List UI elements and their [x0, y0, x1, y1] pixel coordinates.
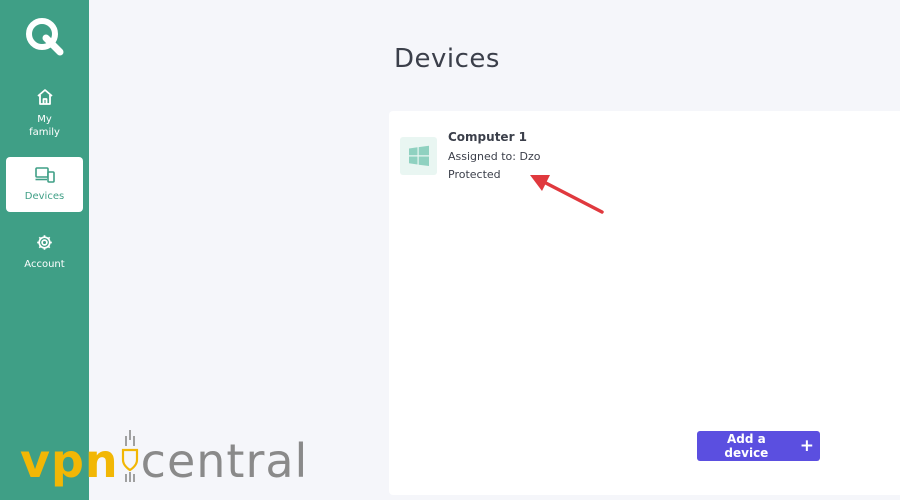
gear-icon: [36, 234, 53, 258]
red-arrow-icon: [530, 175, 604, 214]
home-icon: [36, 88, 54, 113]
watermark-vpn-text: vpn: [20, 434, 119, 488]
sidebar-item-account[interactable]: Account: [6, 234, 83, 274]
vpncentral-watermark: vpn central: [20, 428, 309, 495]
sidebar-item-label: My family: [29, 114, 60, 138]
device-status: Protected: [448, 168, 501, 181]
sidebar: My family Devices Account: [0, 0, 89, 500]
sidebar-item-devices[interactable]: Devices: [6, 157, 83, 212]
q-logo-icon[interactable]: [24, 16, 66, 56]
watermark-central-text: central: [140, 434, 309, 488]
devices-card: Computer 1 Assigned to: Dzo Protected Ad…: [389, 111, 900, 495]
sidebar-item-label: Account: [24, 259, 65, 270]
watermark-shield-icon: [121, 428, 139, 495]
sidebar-item-label: Devices: [24, 190, 65, 202]
sidebar-item-my-family[interactable]: My family: [6, 86, 83, 142]
add-device-label: Add a device: [724, 432, 769, 460]
device-name: Computer 1: [448, 130, 528, 144]
windows-icon: [400, 137, 437, 175]
plus-icon: +: [799, 435, 814, 456]
devices-icon: [34, 166, 55, 190]
add-device-button[interactable]: Add a device +: [697, 431, 820, 461]
page-title: Devices: [394, 44, 500, 74]
